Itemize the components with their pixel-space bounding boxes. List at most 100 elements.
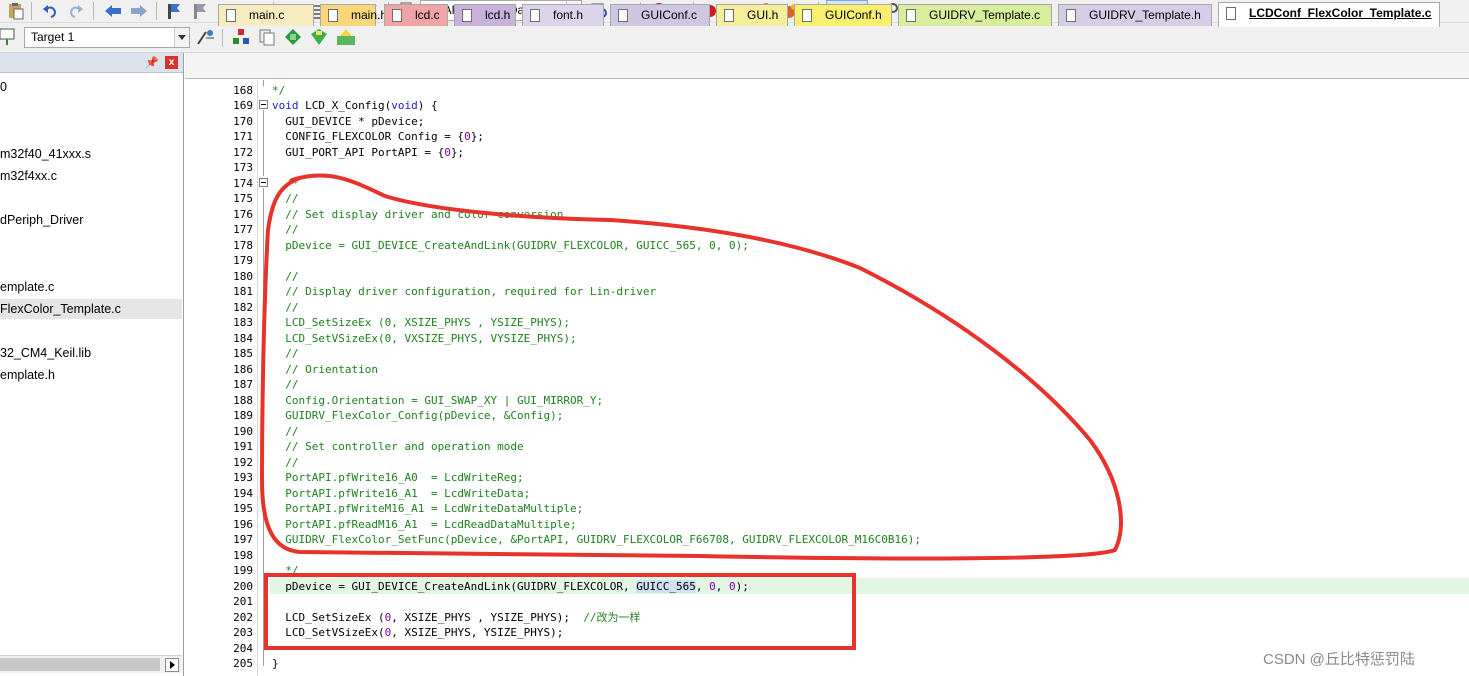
- code-line[interactable]: LCD_SetSizeEx (0, XSIZE_PHYS , YSIZE_PHY…: [272, 315, 570, 331]
- code-line[interactable]: //: [272, 346, 298, 362]
- tab-main-h[interactable]: main.h: [320, 4, 387, 26]
- tab-guiconf-h[interactable]: GUIConf.h: [794, 4, 892, 26]
- line-number: 169: [233, 99, 253, 112]
- tree-item-selected[interactable]: FlexColor_Template.c: [0, 299, 182, 319]
- code-line[interactable]: GUI_DEVICE * pDevice;: [272, 114, 424, 130]
- tab-label: lcd.h: [485, 8, 511, 22]
- scroll-right-icon[interactable]: [165, 658, 179, 672]
- chevron-down-icon[interactable]: [174, 28, 189, 47]
- line-number: 198: [233, 548, 253, 562]
- tab-label: GUI.h: [747, 8, 779, 22]
- code-line[interactable]: //: [272, 300, 298, 316]
- code-line[interactable]: // Display driver configuration, require…: [272, 284, 656, 300]
- pin-icon[interactable]: 📌: [145, 56, 159, 69]
- tree-item[interactable]: 32_CM4_Keil.lib: [0, 343, 91, 363]
- tab-lcd-c[interactable]: lcd.c: [384, 4, 448, 26]
- file-icon: [618, 9, 628, 22]
- code-line[interactable]: // Set display driver and color conversi…: [272, 207, 563, 223]
- code-line[interactable]: */: [272, 83, 285, 99]
- code-line[interactable]: //: [272, 222, 298, 238]
- fold-margin: [257, 80, 269, 676]
- line-number: 172: [233, 145, 253, 159]
- line-number: 203: [233, 626, 253, 639]
- bookmark-icon[interactable]: [166, 2, 182, 20]
- redo-icon[interactable]: [68, 3, 84, 19]
- undo-icon[interactable]: [42, 3, 58, 19]
- code-line[interactable]: LCD_SetVSizeEx(0, VXSIZE_PHYS, VYSIZE_PH…: [272, 331, 576, 347]
- nav-forward-icon[interactable]: [130, 4, 148, 18]
- tab-guidrv-template-c[interactable]: GUIDRV_Template.c: [898, 4, 1052, 26]
- code-line[interactable]: Config.Orientation = GUI_SWAP_XY | GUI_M…: [272, 393, 603, 409]
- fold-toggle-icon[interactable]: [259, 178, 268, 187]
- tab-guidrv-template-h[interactable]: GUIDRV_Template.h: [1058, 4, 1212, 26]
- line-number: 170: [233, 114, 253, 128]
- code-line[interactable]: GUIDRV_FlexColor_SetFunc(pDevice, &PortA…: [272, 532, 921, 548]
- line-number: 205: [233, 657, 253, 670]
- code-line[interactable]: /*: [272, 176, 298, 192]
- tree-item[interactable]: emplate.h: [0, 365, 55, 385]
- code-line[interactable]: PortAPI.pfWrite16_A1 = LcdWriteData;: [272, 486, 530, 502]
- pack-installer-icon[interactable]: [310, 28, 328, 46]
- select-packs-icon[interactable]: [284, 28, 302, 46]
- tab-label: GUIDRV_Template.c: [929, 8, 1041, 22]
- code-line[interactable]: // Orientation: [272, 362, 378, 378]
- code-line[interactable]: //: [272, 377, 298, 393]
- tab-guiconf-c[interactable]: GUIConf.c: [610, 4, 710, 26]
- line-number: 190: [233, 424, 253, 438]
- load-icon[interactable]: [0, 27, 16, 47]
- code-line[interactable]: //: [272, 269, 298, 285]
- tree-item[interactable]: dPeriph_Driver: [0, 210, 83, 230]
- tree-item[interactable]: 0: [0, 77, 7, 97]
- code-line[interactable]: // Set controller and operation mode: [272, 439, 523, 455]
- tab-lcd-h[interactable]: lcd.h: [454, 4, 516, 26]
- target-select[interactable]: Target 1: [24, 27, 190, 48]
- code-line[interactable]: //: [272, 191, 298, 207]
- code-line[interactable]: LCD_SetSizeEx (0, XSIZE_PHYS , YSIZE_PHY…: [272, 610, 640, 626]
- code-line[interactable]: //: [272, 455, 298, 471]
- line-number: 184: [233, 331, 253, 345]
- nav-back-icon[interactable]: [104, 4, 122, 18]
- target-options-icon[interactable]: [196, 28, 216, 46]
- tab-lcdconf-flexcolor-template-c[interactable]: LCDConf_FlexColor_Template.c: [1218, 2, 1440, 27]
- code-line[interactable]: }: [272, 656, 279, 672]
- close-icon[interactable]: x: [165, 56, 178, 69]
- code-line[interactable]: GUIDRV_FlexColor_Config(pDevice, &Config…: [272, 408, 563, 424]
- file-icon: [530, 9, 540, 22]
- line-number: 195: [233, 502, 253, 515]
- file-icon: [226, 9, 236, 22]
- tab-gui-h[interactable]: GUI.h: [716, 4, 788, 26]
- tree-item[interactable]: emplate.c: [0, 277, 54, 297]
- file-icon: [906, 9, 916, 22]
- tab-main-c[interactable]: main.c: [218, 4, 314, 26]
- code-line[interactable]: PortAPI.pfWriteM16_A1 = LcdWriteDataMult…: [272, 501, 583, 517]
- line-number: 196: [233, 517, 253, 531]
- code-line[interactable]: pDevice = GUI_DEVICE_CreateAndLink(GUIDR…: [272, 238, 749, 254]
- manage-project-icon[interactable]: [232, 28, 250, 46]
- code-line[interactable]: void LCD_X_Config(void) {: [272, 98, 438, 114]
- file-icon: [462, 9, 472, 22]
- tree-item[interactable]: m32f40_41xxx.s: [0, 144, 91, 164]
- code-line[interactable]: PortAPI.pfWrite16_A0 = LcdWriteReg;: [272, 470, 523, 486]
- run-time-environment-icon[interactable]: [336, 28, 356, 46]
- code-line[interactable]: CONFIG_FLEXCOLOR Config = {0};: [272, 129, 484, 145]
- prev-bookmark-icon[interactable]: [192, 2, 208, 20]
- code-line[interactable]: GUI_PORT_API PortAPI = {0};: [272, 145, 464, 161]
- line-number: 191: [233, 440, 253, 453]
- code-line[interactable]: //: [272, 424, 298, 440]
- fold-toggle-icon[interactable]: [259, 100, 268, 109]
- code-line[interactable]: */: [272, 563, 298, 579]
- paste-icon[interactable]: [6, 2, 24, 20]
- file-extensions-icon[interactable]: [258, 28, 276, 46]
- tree-item[interactable]: m32f4xx.c: [0, 166, 57, 186]
- horizontal-scrollbar[interactable]: [0, 655, 182, 673]
- code-line[interactable]: LCD_SetVSizeEx(0, XSIZE_PHYS, YSIZE_PHYS…: [272, 625, 563, 641]
- line-number: 189: [233, 409, 253, 422]
- tab-font-h[interactable]: font.h: [522, 4, 604, 26]
- file-icon: [802, 9, 812, 22]
- line-number: 183: [233, 316, 253, 329]
- tab-label: font.h: [553, 8, 584, 22]
- code-line[interactable]: PortAPI.pfReadM16_A1 = LcdReadDataMultip…: [272, 517, 576, 533]
- code-line[interactable]: pDevice = GUI_DEVICE_CreateAndLink(GUIDR…: [272, 579, 749, 595]
- scrollbar-thumb[interactable]: [0, 658, 160, 671]
- line-number: 200: [233, 579, 253, 593]
